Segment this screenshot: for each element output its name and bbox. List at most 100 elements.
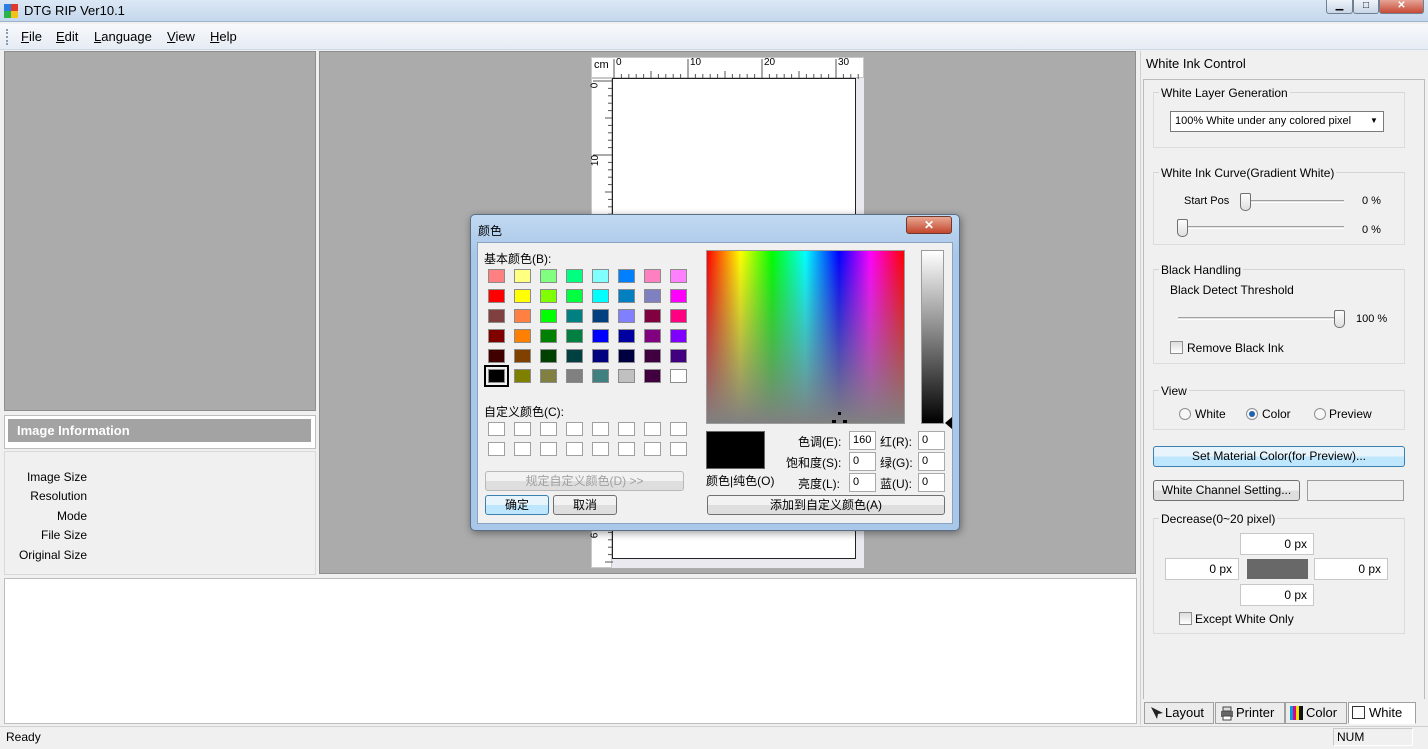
basic-color-swatch[interactable] (670, 309, 687, 323)
basic-color-swatch[interactable] (592, 309, 609, 323)
basic-color-swatch[interactable] (488, 329, 505, 343)
basic-color-swatch[interactable] (540, 329, 557, 343)
basic-color-swatch[interactable] (644, 309, 661, 323)
basic-color-swatch[interactable] (618, 369, 635, 383)
menu-language[interactable]: Language (94, 29, 152, 45)
basic-color-swatch[interactable] (488, 349, 505, 363)
end-pos-slider[interactable] (1177, 219, 1188, 237)
basic-color-swatch[interactable] (644, 289, 661, 303)
custom-color-swatch[interactable] (540, 422, 557, 436)
basic-color-swatch[interactable] (644, 369, 661, 383)
custom-color-swatch[interactable] (644, 422, 661, 436)
basic-color-swatch[interactable] (566, 329, 583, 343)
basic-color-swatch[interactable] (488, 269, 505, 283)
remove-black-checkbox[interactable] (1170, 341, 1183, 354)
custom-color-swatch[interactable] (670, 422, 687, 436)
basic-color-swatch[interactable] (592, 289, 609, 303)
basic-color-swatch[interactable] (488, 309, 505, 323)
basic-color-swatch[interactable] (514, 329, 531, 343)
basic-color-swatch[interactable] (540, 349, 557, 363)
basic-color-swatch[interactable] (618, 349, 635, 363)
set-material-color-button[interactable]: Set Material Color(for Preview)... (1153, 446, 1405, 467)
custom-color-swatch[interactable] (670, 442, 687, 456)
custom-color-swatch[interactable] (592, 442, 609, 456)
view-color-radio[interactable] (1246, 408, 1258, 420)
view-preview-radio[interactable] (1314, 408, 1326, 420)
menu-view[interactable]: View (167, 29, 195, 45)
basic-color-swatch[interactable] (514, 269, 531, 283)
view-white-radio[interactable] (1179, 408, 1191, 420)
basic-color-swatch[interactable] (644, 349, 661, 363)
green-input[interactable]: 0 (918, 452, 945, 471)
title-bar[interactable] (0, 0, 1428, 22)
basic-color-swatch[interactable] (484, 365, 509, 387)
basic-color-swatch[interactable] (670, 369, 687, 383)
decrease-right-input[interactable]: 0 px (1314, 558, 1388, 580)
define-custom-colors-button[interactable]: 规定自定义颜色(D) >> (485, 471, 684, 491)
start-pos-slider[interactable] (1240, 193, 1251, 211)
white-channel-setting-button[interactable]: White Channel Setting... (1153, 480, 1300, 501)
basic-color-swatch[interactable] (514, 289, 531, 303)
basic-color-swatch[interactable] (670, 269, 687, 283)
red-input[interactable]: 0 (918, 431, 945, 450)
basic-color-swatch[interactable] (566, 289, 583, 303)
luminance-input[interactable]: 0 (849, 473, 876, 492)
basic-color-swatch[interactable] (514, 309, 531, 323)
custom-color-swatch[interactable] (488, 422, 505, 436)
basic-color-swatch[interactable] (540, 369, 557, 383)
color-spectrum[interactable] (706, 250, 905, 424)
custom-color-swatch[interactable] (514, 422, 531, 436)
custom-color-swatch[interactable] (644, 442, 661, 456)
basic-color-swatch[interactable] (566, 309, 583, 323)
menu-edit[interactable]: Edit (56, 29, 78, 45)
basic-color-swatch[interactable] (566, 269, 583, 283)
custom-color-swatch[interactable] (514, 442, 531, 456)
custom-color-swatch[interactable] (618, 422, 635, 436)
basic-color-swatch[interactable] (514, 349, 531, 363)
end-pos-track[interactable] (1180, 226, 1344, 229)
cancel-button[interactable]: 取消 (553, 495, 617, 515)
basic-color-swatch[interactable] (540, 309, 557, 323)
black-threshold-slider[interactable] (1334, 310, 1345, 328)
basic-color-swatch[interactable] (540, 269, 557, 283)
luminance-bar[interactable] (921, 250, 944, 424)
basic-color-swatch[interactable] (592, 329, 609, 343)
basic-color-swatch[interactable] (592, 349, 609, 363)
decrease-top-input[interactable]: 0 px (1240, 533, 1314, 555)
white-layer-select[interactable]: 100% White under any colored pixel (1170, 111, 1384, 132)
maximize-button[interactable]: □ (1353, 0, 1379, 14)
basic-color-swatch[interactable] (566, 369, 583, 383)
custom-color-swatch[interactable] (488, 442, 505, 456)
add-to-custom-colors-button[interactable]: 添加到自定义颜色(A) (707, 495, 945, 515)
basic-color-swatch[interactable] (644, 269, 661, 283)
decrease-bottom-input[interactable]: 0 px (1240, 584, 1314, 606)
custom-color-swatch[interactable] (592, 422, 609, 436)
menu-help[interactable]: Help (210, 29, 237, 45)
thumbnail-area[interactable] (4, 51, 316, 411)
basic-color-swatch[interactable] (592, 369, 609, 383)
basic-color-swatch[interactable] (566, 349, 583, 363)
basic-color-swatch[interactable] (618, 269, 635, 283)
basic-color-swatch[interactable] (618, 309, 635, 323)
except-white-checkbox[interactable] (1179, 612, 1192, 625)
minimize-button[interactable]: ▁ (1326, 0, 1353, 14)
basic-color-swatch[interactable] (514, 369, 531, 383)
custom-color-swatch[interactable] (540, 442, 557, 456)
decrease-left-input[interactable]: 0 px (1165, 558, 1239, 580)
basic-color-swatch[interactable] (670, 349, 687, 363)
basic-color-swatch[interactable] (670, 329, 687, 343)
basic-color-swatch[interactable] (670, 289, 687, 303)
dialog-close-button[interactable]: ✕ (906, 216, 952, 234)
custom-color-swatch[interactable] (566, 422, 583, 436)
ok-button[interactable]: 确定 (485, 495, 549, 515)
luminance-arrow-icon[interactable] (945, 417, 952, 429)
basic-color-swatch[interactable] (540, 289, 557, 303)
blue-input[interactable]: 0 (918, 473, 945, 492)
chevron-down-icon[interactable]: ▼ (1370, 116, 1378, 125)
basic-color-swatch[interactable] (618, 289, 635, 303)
custom-color-swatch[interactable] (566, 442, 583, 456)
basic-color-swatch[interactable] (618, 329, 635, 343)
menu-file[interactable]: File (21, 29, 42, 45)
log-area[interactable] (4, 578, 1137, 724)
basic-color-swatch[interactable] (488, 289, 505, 303)
